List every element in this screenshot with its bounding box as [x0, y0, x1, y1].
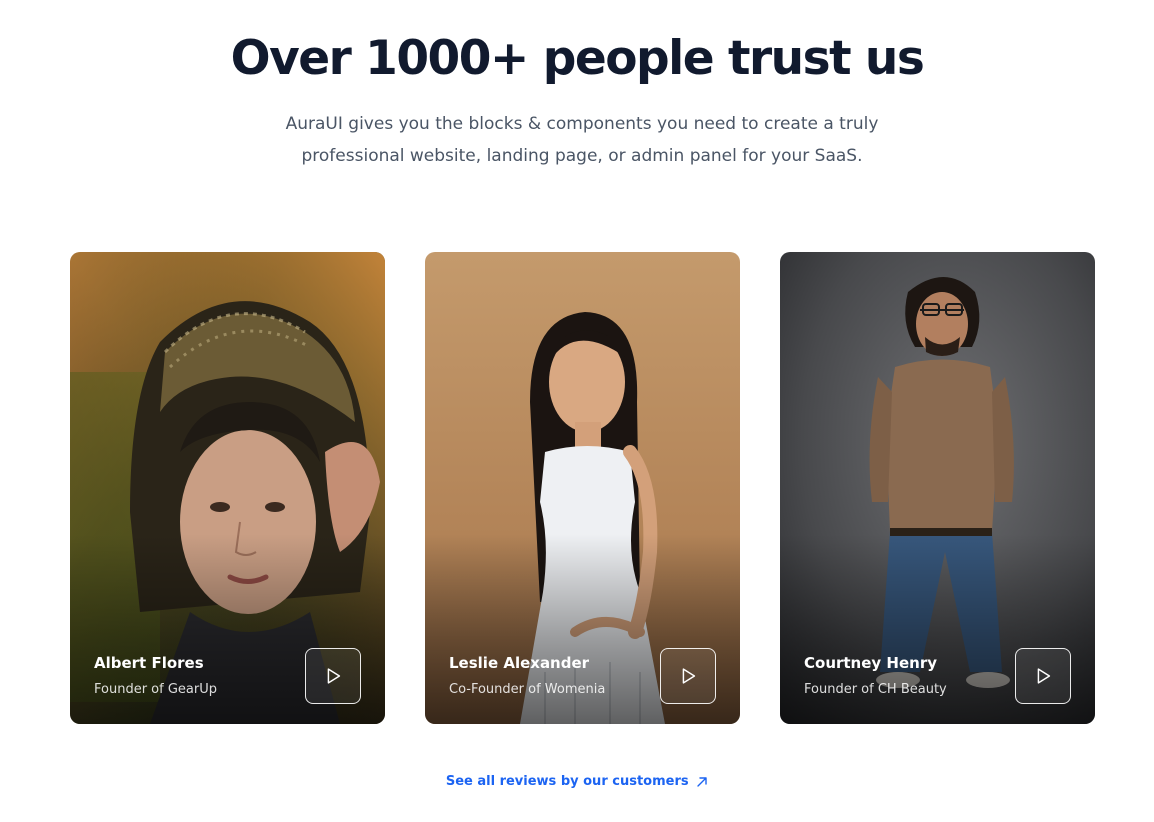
customer-name: Courtney Henry	[804, 654, 937, 672]
play-icon	[682, 668, 696, 684]
customer-name: Albert Flores	[94, 654, 204, 672]
subtitle-line-2: professional website, landing page, or a…	[301, 146, 863, 166]
see-all-reviews-label: See all reviews by our customers	[445, 774, 689, 789]
arrow-up-right-icon	[697, 776, 707, 787]
testimonial-card[interactable]: Courtney Henry Founder of CH Beauty	[780, 252, 1095, 724]
customer-role: Founder of CH Beauty	[804, 682, 947, 697]
section-subtitle: AuraUI gives you the blocks & components…	[277, 108, 887, 172]
play-icon	[327, 668, 341, 684]
customer-role: Co-Founder of Womenia	[449, 682, 606, 697]
section-title: Over 1000+ people trust us	[230, 31, 925, 86]
testimonial-card[interactable]: Leslie Alexander Co-Founder of Womenia	[425, 252, 740, 724]
testimonial-card[interactable]: Albert Flores Founder of GearUp	[70, 252, 385, 724]
testimonials-section: Over 1000+ people trust us AuraUI gives …	[0, 0, 1154, 822]
testimonial-cards: Albert Flores Founder of GearUp Leslie A…	[70, 252, 1095, 724]
play-video-button[interactable]	[305, 648, 361, 704]
customer-name: Leslie Alexander	[449, 654, 590, 672]
see-all-reviews-link[interactable]: See all reviews by our customers	[0, 774, 1154, 789]
play-video-button[interactable]	[660, 648, 716, 704]
play-icon	[1037, 668, 1051, 684]
play-video-button[interactable]	[1015, 648, 1071, 704]
customer-role: Founder of GearUp	[94, 682, 217, 697]
subtitle-line-1: AuraUI gives you the blocks & components…	[285, 114, 879, 134]
